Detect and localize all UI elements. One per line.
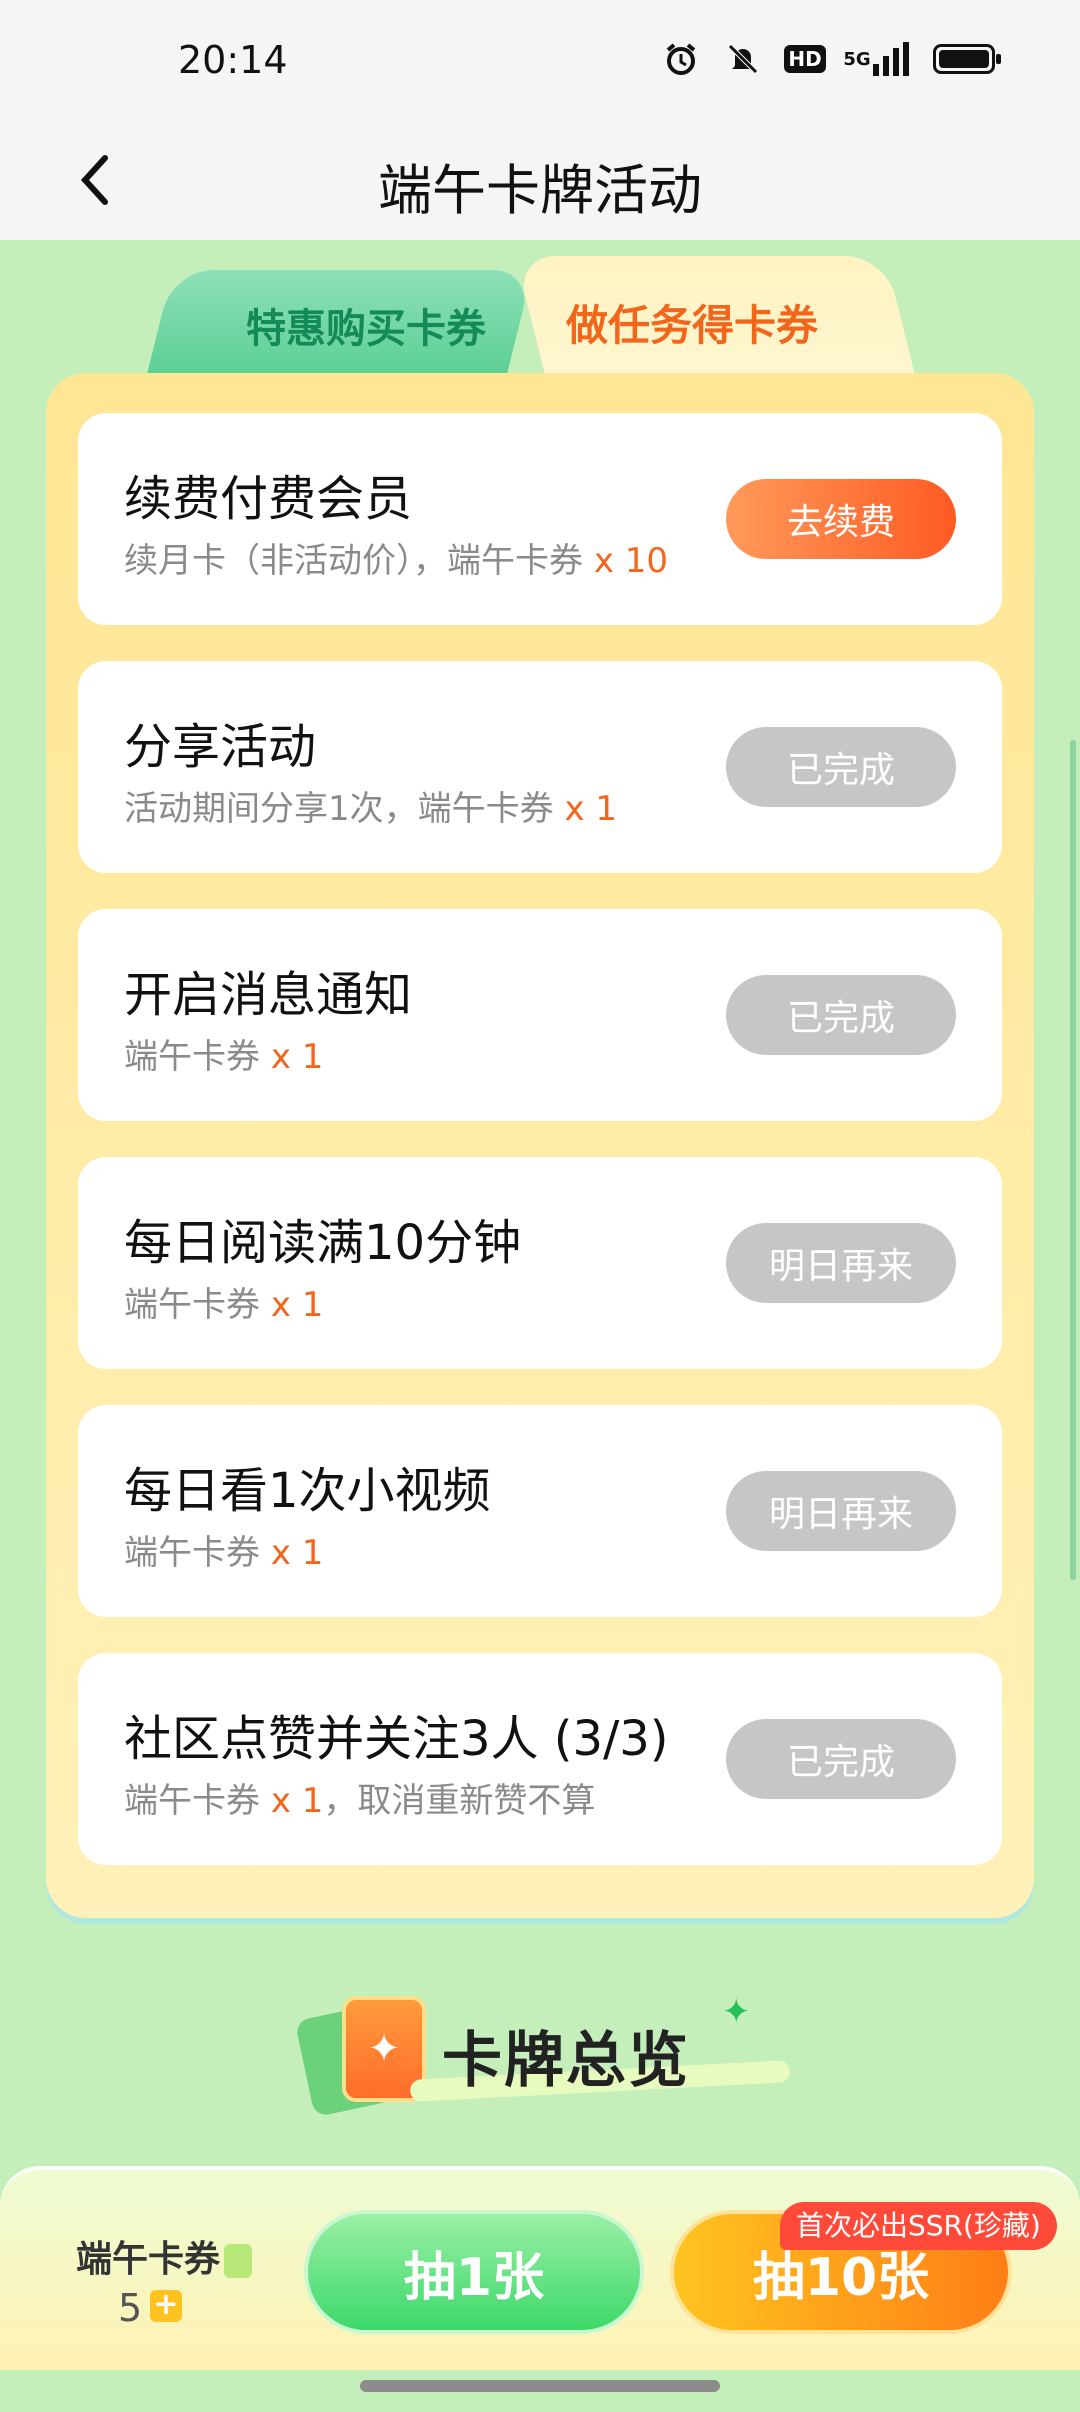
status-bar: 20:14 HD 5G — [0, 0, 1080, 120]
task-reward: 端午卡券 x 1 — [124, 1277, 323, 1326]
card-overview-button[interactable]: ✦ 卡牌总览 ✦ — [290, 1984, 810, 2118]
coupon-label: 端午卡券 — [76, 2230, 253, 2282]
signal-icon: 5G — [843, 40, 909, 78]
mute-bell-icon — [724, 40, 762, 78]
task-reward: 活动期间分享1次，端午卡券 x 1 — [124, 781, 617, 830]
task-title: 开启消息通知 — [124, 967, 413, 1023]
task-action-button[interactable]: 明日再来 — [726, 1223, 956, 1303]
task-card: 每日看1次小视频端午卡券 x 1 明日再来 — [78, 1405, 1002, 1617]
task-action-button[interactable]: 已完成 — [726, 975, 956, 1055]
task-card: 分享活动活动期间分享1次，端午卡券 x 1 已完成 — [78, 661, 1002, 873]
sparkle-icon: ✦ — [722, 1992, 751, 2032]
battery-icon — [928, 40, 1001, 78]
task-card: 开启消息通知端午卡券 x 1 已完成 — [78, 909, 1002, 1121]
task-reward-text: 续月卡（非活动价），端午卡券 — [124, 541, 594, 581]
task-title: 社区点赞并关注3人 (3/3) — [124, 1711, 669, 1767]
task-card: 社区点赞并关注3人 (3/3) 端午卡券 x 1，取消重新赞不算 已完成 — [78, 1653, 1002, 1865]
task-action-button[interactable]: 去续费 — [726, 479, 956, 559]
task-action-button[interactable]: 已完成 — [726, 1719, 956, 1799]
title-bar: 端午卡牌活动 — [0, 120, 1080, 240]
task-card: 续费付费会员续月卡（非活动价），端午卡券 x 10 去续费 — [78, 413, 1002, 625]
task-reward: 续月卡（非活动价），端午卡券 x 10 — [124, 533, 668, 582]
task-reward-quantity: x 10 — [593, 541, 669, 581]
task-title: 每日看1次小视频 — [124, 1463, 491, 1519]
ssr-guarantee-badge: 首次必出SSR(珍藏) — [780, 2202, 1057, 2250]
hd-icon: HD — [784, 40, 826, 78]
task-card: 每日阅读满10分钟端午卡券 x 1 明日再来 — [78, 1157, 1002, 1369]
task-panel: 续费付费会员续月卡（非活动价），端午卡券 x 10 去续费分享活动活动期间分享1次… — [46, 373, 1034, 1918]
coupon-count: 5 — [118, 2286, 143, 2330]
page-title: 端午卡牌活动 — [378, 159, 702, 222]
task-reward-quantity: x 1 — [270, 1533, 324, 1573]
network-type-label: 5G — [843, 48, 871, 70]
task-reward: 端午卡券 x 1 — [124, 1525, 323, 1574]
coupon-icon — [224, 2244, 253, 2278]
task-reward-text: 端午卡券 — [124, 1037, 271, 1077]
task-reward-quantity: x 1 — [270, 1285, 324, 1325]
home-indicator[interactable] — [360, 2380, 720, 2392]
scrollbar[interactable] — [1070, 740, 1076, 1580]
task-reward-text: 端午卡券 — [124, 1285, 271, 1325]
tab-earn-coupons-label[interactable]: 做任务得卡券 — [566, 292, 818, 353]
task-reward: 端午卡券 x 1，取消重新赞不算 — [124, 1773, 595, 1822]
tab-buy-coupons-label[interactable]: 特惠购买卡券 — [246, 296, 486, 354]
coupon-label-text: 端午卡券 — [76, 2239, 221, 2280]
status-time: 20:14 — [178, 38, 288, 82]
add-coupon-icon[interactable]: + — [150, 2290, 182, 2322]
task-reward-text: 端午卡券 — [124, 1533, 271, 1573]
task-reward-text: 端午卡券 — [124, 1781, 271, 1821]
task-action-button[interactable]: 已完成 — [726, 727, 956, 807]
task-reward-quantity: x 1 — [270, 1037, 324, 1077]
draw-action-bar: 端午卡券 5 + 抽1张 抽10张 首次必出SSR(珍藏) — [0, 2166, 1080, 2370]
task-title: 每日阅读满10分钟 — [124, 1215, 522, 1271]
draw-one-button[interactable]: 抽1张 — [304, 2210, 644, 2334]
task-action-button[interactable]: 明日再来 — [726, 1471, 956, 1551]
task-reward-quantity: x 1 — [564, 789, 618, 829]
task-reward-note: ，取消重新赞不算 — [323, 1781, 596, 1821]
tab-bar: 特惠购买卡券 做任务得卡券 — [147, 256, 920, 374]
status-icons: HD 5G — [662, 40, 1001, 78]
task-title: 分享活动 — [124, 719, 317, 775]
card-overview-label: 卡牌总览 — [442, 2026, 690, 2096]
alarm-icon — [662, 40, 700, 78]
task-reward: 端午卡券 x 1 — [124, 1029, 323, 1078]
task-reward-text: 活动期间分享1次，端午卡券 — [124, 789, 565, 829]
task-reward-quantity: x 1 — [270, 1781, 324, 1821]
task-title: 续费付费会员 — [124, 471, 413, 527]
